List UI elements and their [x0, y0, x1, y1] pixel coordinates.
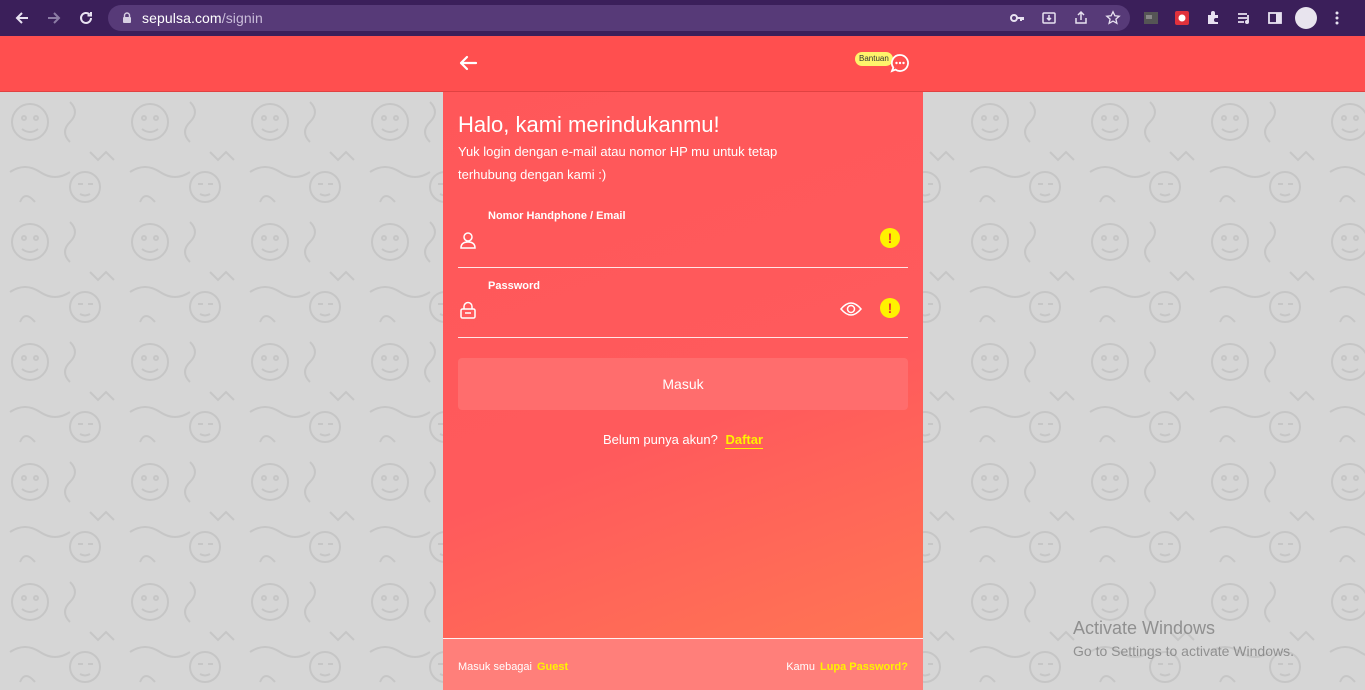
bookmark-star-icon[interactable] [1102, 7, 1124, 29]
url-path: /signin [221, 10, 263, 26]
media-icon[interactable] [1233, 7, 1255, 29]
phone-email-input[interactable] [488, 230, 828, 254]
key-icon[interactable] [1006, 7, 1028, 29]
password-field: Password ! [458, 278, 908, 338]
help-button[interactable]: Bantuan [855, 50, 915, 76]
password-label: Password [488, 280, 540, 292]
register-prompt: Belum punya akun? Daftar [443, 432, 923, 449]
arrow-right-icon [48, 12, 61, 24]
browser-forward-button[interactable] [38, 0, 70, 36]
card-footer: Masuk sebagai Guest Kamu Lupa Password? [443, 638, 923, 690]
warning-icon: ! [880, 298, 900, 318]
arrow-left-icon [459, 55, 478, 71]
guest-link[interactable]: Guest [537, 661, 568, 673]
puzzle-icon[interactable] [1202, 7, 1224, 29]
browser-back-button[interactable] [6, 0, 38, 36]
phone-email-label: Nomor Handphone / Email [488, 210, 626, 222]
login-button[interactable]: Masuk [458, 358, 908, 410]
url-text: sepulsa.com/signin [142, 10, 263, 26]
browser-toolbar: sepulsa.com/signin [0, 0, 1365, 36]
back-button[interactable] [457, 52, 479, 74]
warning-icon: ! [880, 228, 900, 248]
register-link[interactable]: Daftar [725, 432, 764, 449]
help-badge: Bantuan [855, 52, 893, 66]
extension-red-icon[interactable] [1171, 7, 1193, 29]
page-title: Halo, kami merindukanmu! [458, 112, 720, 137]
profile-avatar[interactable] [1295, 7, 1317, 29]
arrow-left-icon [15, 12, 28, 24]
sidebar-icon[interactable] [1264, 7, 1286, 29]
forgot-prefix: Kamu [786, 661, 815, 673]
page-subtitle: Yuk login dengan e-mail atau nomor HP mu… [458, 144, 778, 182]
guest-login: Masuk sebagai Guest [458, 661, 568, 673]
lock-icon [460, 301, 476, 319]
lock-icon [123, 12, 131, 23]
chat-bubble-icon [890, 54, 909, 73]
address-bar[interactable]: sepulsa.com/signin [108, 5, 1130, 31]
forgot-password-link[interactable]: Lupa Password? [820, 661, 908, 673]
login-card: Halo, kami merindukanmu! Yuk login denga… [443, 92, 923, 690]
forgot-password: Kamu Lupa Password? [786, 661, 908, 673]
reload-icon [80, 11, 92, 24]
install-icon[interactable] [1038, 7, 1060, 29]
menu-kebab-icon[interactable] [1326, 7, 1348, 29]
user-icon [460, 232, 476, 249]
eye-icon[interactable] [840, 300, 862, 318]
windows-activation-watermark: Activate Windows Go to Settings to activ… [1073, 618, 1294, 659]
phone-email-field: Nomor Handphone / Email ! [458, 208, 908, 268]
app-header: Bantuan [0, 36, 1365, 92]
browser-reload-button[interactable] [70, 0, 102, 36]
watermark-title: Activate Windows [1073, 618, 1216, 638]
extension-icon[interactable] [1140, 7, 1162, 29]
share-icon[interactable] [1070, 7, 1092, 29]
register-prompt-text: Belum punya akun? [602, 432, 718, 447]
url-domain: sepulsa.com [142, 10, 222, 26]
watermark-subtitle: Go to Settings to activate Windows. [1073, 643, 1294, 659]
password-input[interactable] [488, 300, 828, 324]
guest-prefix: Masuk sebagai [458, 661, 532, 673]
